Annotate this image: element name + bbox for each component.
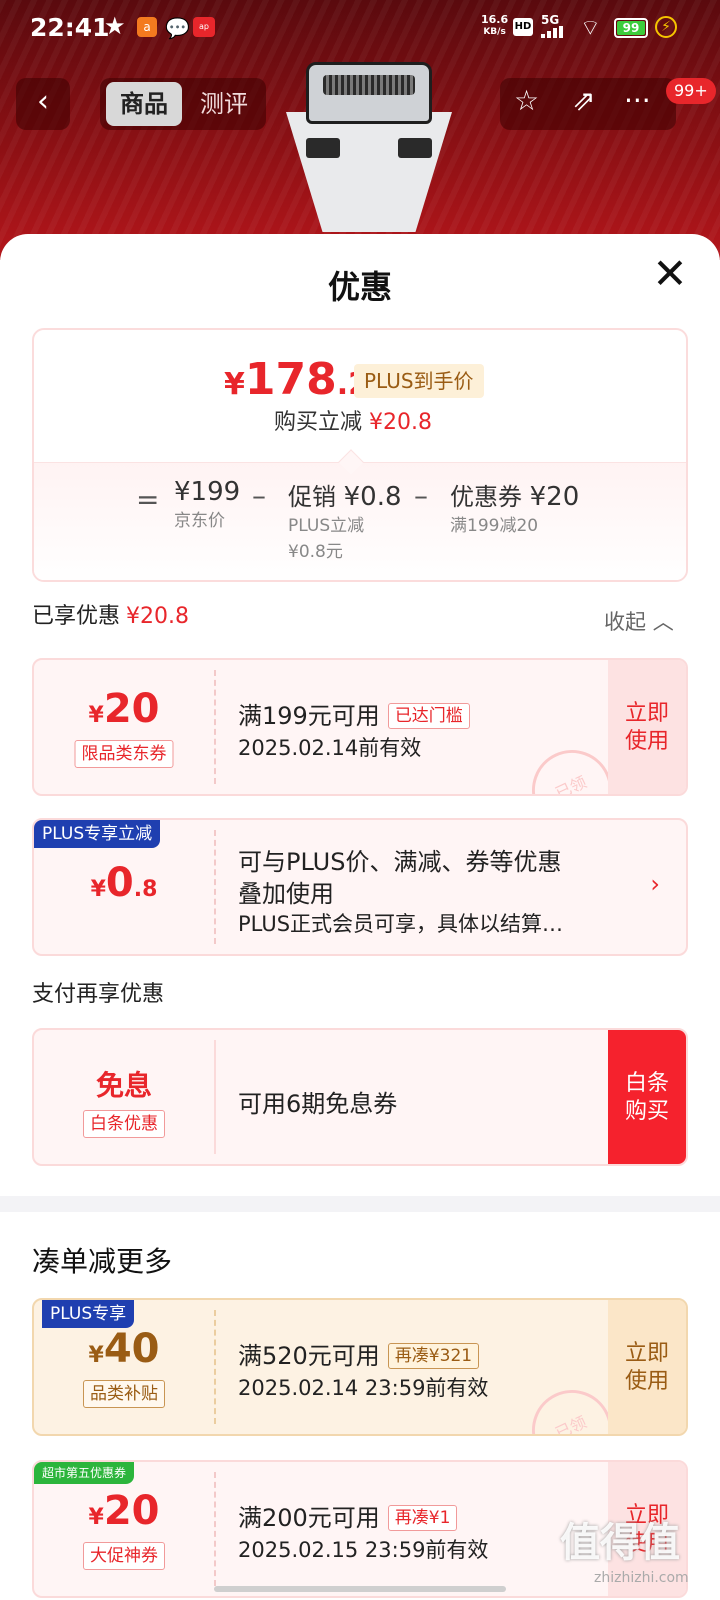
chevron-up-icon: ︿ [652,610,674,634]
coupon-expiry: 2025.02.14 23:59前有效 [238,1376,489,1400]
chevron-right-icon[interactable]: › [650,870,660,898]
coupon-amount: ¥20 [88,1488,160,1534]
message-count-badge: 99+ [666,78,716,104]
tab-product[interactable]: 商品 [106,82,182,126]
product-image [286,62,452,232]
product-tabs: 商品 测评 [100,78,266,130]
nav-actions: ☆ ⇗ ··· [500,78,676,130]
coupon-expiry: 2025.02.15 23:59前有效 [238,1538,489,1562]
minus-sign: – [252,479,266,512]
interest-free-text: 可用6期免息券 [238,1090,398,1118]
jd-price: ¥199 京东价 [174,477,241,531]
plus-corner-tag: PLUS专享立减 [34,820,161,848]
favorite-star-icon[interactable]: ☆ [514,84,539,117]
baitiao-card[interactable]: 免息 白条优惠 可用6期免息券 白条 购买 [32,1028,688,1166]
minus-sign: – [414,479,428,512]
watermark-url: zhizhizhi.com [594,1570,689,1586]
coupon-amount: ¥0.8 [90,860,158,906]
close-icon[interactable]: ✕ [650,253,690,296]
share-icon[interactable]: ⇗ [572,84,595,117]
home-indicator[interactable] [214,1586,506,1592]
more-icon[interactable]: ··· [624,84,651,117]
instant-discount: 购买立减 ¥20.8 [274,410,432,435]
final-price: ¥178.2 [224,354,370,405]
sheet-title: 优惠 [327,268,392,306]
net-speed: 16.6 KB/s [481,13,509,38]
coupon-card[interactable]: ¥20 限品类东券 满199元可用 已达门槛 2025.02.14前有效 已领 立… [32,658,688,796]
watermark-logo: 值得值 [560,1520,680,1566]
charging-icon: ⚡ [655,16,677,38]
network-type: 5G [541,13,560,27]
pay-section-label: 支付再享优惠 [32,982,165,1007]
interest-free-title: 免息 [95,1069,152,1102]
supermarket-coupon-tag: 超市第五优惠券 [34,1462,135,1484]
chevron-left-icon: ‹ [37,84,49,119]
coupon-expiry: 2025.02.14前有效 [238,736,422,760]
battery-icon: 99 [614,18,648,38]
use-now-button[interactable]: 立即 使用 [608,660,686,794]
plus-corner-tag: PLUS专享 [42,1300,135,1328]
coupon-card[interactable]: PLUS专享 ¥40 品类补贴 满520元可用 再凑¥321 2025.02.14… [32,1298,688,1436]
coupon-condition: 满199元可用 已达门槛 [238,696,470,731]
plus-desc-line3: PLUS正式会员可享，具体以结算… [238,912,564,936]
collapse-button[interactable]: 收起 ︿ [604,606,674,636]
signal-icon [541,26,571,38]
equals-sign: = [136,483,160,516]
wifi-icon: ⌔ [580,16,601,41]
status-time: 22:41 [30,13,110,42]
back-button[interactable]: ‹ [16,78,70,130]
coupon-amount: ¥20 [88,686,160,732]
coupon-type-tag: 品类补贴 [83,1380,165,1408]
plus-desc-line2: 叠加使用 [238,880,334,908]
price-breakdown-box: ¥178.2 PLUS到手价 购买立减 ¥20.8 = ¥199 京东价 – 促… [32,328,688,582]
coupon-condition: 满200元可用 再凑¥1 [238,1498,458,1533]
discount-sheet: 优惠 ✕ ¥178.2 PLUS到手价 购买立减 ¥20.8 = ¥199 京东… [0,234,720,1600]
plus-desc-line1: 可与PLUS价、满减、券等优惠 [238,848,562,876]
status-bar: 22:41 ★ a 💬 ap 16.6 KB/s HD 5G ⌔ 99 ⚡ [0,0,720,56]
coupon-type-tag: 大促神券 [83,1542,165,1570]
app-notification-icon: a [137,17,157,37]
plus-price-tag: PLUS到手价 [354,364,484,398]
coupon-type-tag: 限品类东券 [74,740,174,768]
baitiao-tag: 白条优惠 [83,1110,165,1138]
promo-discount: 促销 ¥0.8 PLUS立减 ¥0.8元 [288,482,402,562]
enjoyed-discount: 已享优惠 ¥20.8 [32,604,189,629]
more-section-label: 凑单减更多 [32,1245,173,1278]
hd-icon: HD [513,18,533,36]
baitiao-buy-button[interactable]: 白条 购买 [608,1030,686,1164]
coupon-discount: 优惠券 ¥20 满199减20 [450,482,580,536]
star-icon: ★ [104,12,126,40]
use-now-button[interactable]: 立即 使用 [608,1300,686,1434]
plus-discount-card[interactable]: PLUS专享立减 ¥0.8 可与PLUS价、满减、券等优惠 叠加使用 PLUS正… [32,818,688,956]
tab-review[interactable]: 测评 [186,82,262,126]
coupon-amount: ¥40 [88,1326,160,1372]
wechat-icon: 💬 [165,16,190,40]
coupon-condition: 满520元可用 再凑¥321 [238,1336,480,1371]
app-notification-icon: ap [193,17,215,37]
